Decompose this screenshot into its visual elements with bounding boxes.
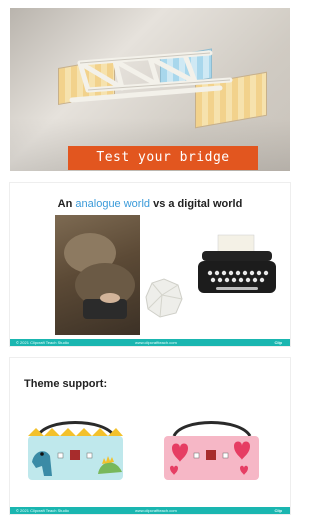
slide-caption: Test your bridge (68, 146, 258, 170)
title-highlight: analogue world (75, 198, 151, 210)
heart-theme-preview (164, 421, 259, 480)
footer-middle-text: www.clipcraftteach.com (135, 340, 177, 345)
footer-left-text: © 2021 Clipcraft Teach Studio (16, 508, 69, 513)
slide-footer: © 2021 Clipcraft Teach Studio www.clipcr… (10, 339, 290, 346)
title-prefix: An (57, 198, 76, 210)
footer-left-text: © 2021 Clipcraft Teach Studio (16, 340, 69, 345)
person-at-typewriter-image (55, 215, 140, 335)
crumpled-paper-image (145, 278, 183, 318)
slide-thumbnail-2[interactable]: An analogue world vs a digital world © 2… (10, 183, 290, 346)
footer-logo-text: Clip (274, 508, 282, 513)
person-illustration (64, 233, 135, 319)
footer-middle-text: www.clipcraftteach.com (135, 508, 177, 513)
typewriter-image (198, 234, 276, 293)
slide-footer: © 2021 Clipcraft Teach Studio www.clipcr… (10, 507, 290, 514)
title-suffix: vs a digital world (150, 198, 243, 210)
footer-logo-text: Clip (274, 340, 282, 345)
slide-thumbnail-3[interactable]: Theme support: © 2021 Clipcraft Teach St… (10, 358, 290, 514)
slide-title: An analogue world vs a digital world (10, 198, 290, 210)
slide-title: Theme support: (24, 378, 108, 390)
slide-thumbnail-1[interactable]: Test your bridge (10, 8, 290, 171)
dino-theme-preview (28, 421, 123, 480)
